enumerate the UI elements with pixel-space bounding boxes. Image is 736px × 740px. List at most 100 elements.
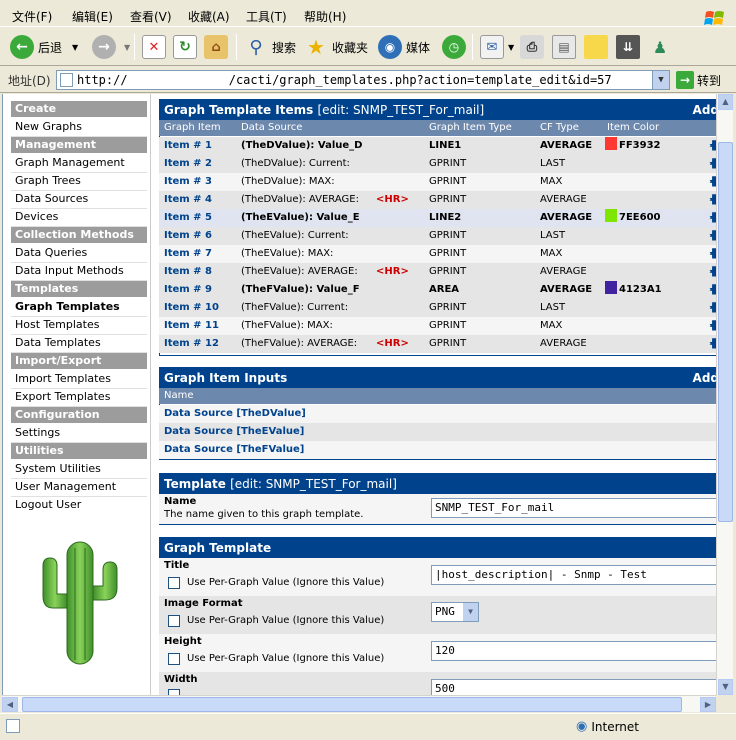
nav-data-sources[interactable]: Data Sources [11, 191, 147, 209]
menu-view[interactable]: 查看(V) [130, 8, 172, 25]
nav-import-templates[interactable]: Import Templates [11, 371, 147, 389]
back-button[interactable]: ← 后退 ▼ [10, 32, 78, 62]
address-input[interactable]: http:// /cacti/graph_templates.php?actio… [56, 70, 670, 90]
height-per-graph-checkbox[interactable] [168, 653, 180, 665]
refresh-button[interactable]: ↻ [173, 32, 197, 62]
nav-system-utilities[interactable]: System Utilities [11, 461, 147, 479]
width-input[interactable]: 500 [431, 679, 716, 695]
address-dropdown-icon[interactable]: ▼ [652, 71, 669, 89]
vertical-scroll-thumb[interactable] [718, 142, 733, 522]
height-input[interactable]: 120 [431, 641, 716, 661]
inputs-add-link[interactable]: Add [693, 368, 716, 388]
table-row[interactable]: Item # 11(TheFValue): MAX:GPRINTMAX🡇🡅 [159, 317, 716, 335]
move-up-icon[interactable]: 🡅 [709, 263, 716, 281]
home-button[interactable]: ⌂ [204, 32, 228, 62]
menu-edit[interactable]: 编辑(E) [72, 8, 113, 25]
move-up-icon[interactable]: 🡅 [709, 191, 716, 209]
graph-item-link[interactable]: Item # 12 [164, 335, 219, 353]
nav-data-input-methods[interactable]: Data Input Methods [11, 263, 147, 281]
graph-item-link[interactable]: Item # 1 [164, 137, 212, 155]
table-row[interactable]: Item # 6(TheEValue): Current:GPRINTLAST🡇… [159, 227, 716, 245]
horizontal-scroll-thumb[interactable] [22, 697, 682, 712]
table-row[interactable]: Item # 9 (TheFValue): Value_F AREA AVERAGE 4… [159, 281, 716, 299]
nav-settings[interactable]: Settings [11, 425, 147, 443]
back-dropdown-icon[interactable]: ▼ [72, 43, 78, 52]
input-link[interactable]: Data Source [TheDValue] [164, 405, 306, 423]
graph-item-link[interactable]: Item # 5 [164, 209, 212, 227]
move-up-icon[interactable]: 🡅 [709, 227, 716, 245]
horizontal-scrollbar[interactable]: ◀ ▶ [2, 695, 716, 712]
table-row[interactable]: Item # 4 (TheDValue): AVERAGE: <HR> GPRINT A… [159, 191, 716, 209]
move-up-icon[interactable]: 🡅 [709, 317, 716, 335]
mail-dropdown-icon[interactable]: ▼ [508, 43, 514, 52]
discuss-button[interactable] [584, 32, 608, 62]
graph-item-link[interactable]: Item # 4 [164, 191, 212, 209]
graph-item-link[interactable]: Item # 7 [164, 245, 212, 263]
nav-graph-trees[interactable]: Graph Trees [11, 173, 147, 191]
table-row[interactable]: Item # 12 (TheFValue): AVERAGE: <HR> GPRINT… [159, 335, 716, 353]
input-row[interactable]: Data Source [TheDValue] [159, 405, 716, 423]
graph-item-link[interactable]: Item # 6 [164, 227, 212, 245]
move-up-icon[interactable]: 🡅 [709, 299, 716, 317]
move-up-icon[interactable]: 🡅 [709, 335, 716, 353]
mail-button[interactable]: ✉ ▼ [480, 32, 514, 62]
graph-item-link[interactable]: Item # 9 [164, 281, 212, 299]
print-button[interactable]: ⎙ [520, 32, 544, 62]
image-format-select[interactable]: PNG ▼ [431, 602, 479, 622]
graph-item-link[interactable]: Item # 10 [164, 299, 219, 317]
items-add-link[interactable]: Add [693, 100, 716, 120]
nav-logout-user[interactable]: Logout User [11, 497, 147, 515]
stop-button[interactable]: ✕ [142, 32, 166, 62]
edit-button[interactable]: ▤ [552, 32, 576, 62]
move-up-icon[interactable]: 🡅 [709, 137, 716, 155]
favorites-button[interactable]: ★ 收藏夹 [304, 32, 368, 62]
format-per-graph-checkbox[interactable] [168, 615, 180, 627]
template-name-input[interactable]: SNMP_TEST_For_mail [431, 498, 716, 518]
move-up-icon[interactable]: 🡅 [709, 245, 716, 263]
history-button[interactable]: ◷ [442, 32, 466, 62]
graph-item-link[interactable]: Item # 2 [164, 155, 212, 173]
scroll-up-icon[interactable]: ▲ [718, 94, 733, 110]
research-button[interactable]: ⇊ [616, 32, 640, 62]
messenger-button[interactable]: ♟ [648, 32, 672, 62]
move-up-icon[interactable]: 🡅 [709, 155, 716, 173]
scroll-left-icon[interactable]: ◀ [2, 697, 18, 712]
move-up-icon[interactable]: 🡅 [709, 173, 716, 191]
input-row[interactable]: Data Source [TheEValue] [159, 423, 716, 441]
scroll-down-icon[interactable]: ▼ [718, 679, 733, 695]
search-button[interactable]: ⚲ 搜索 [244, 32, 296, 62]
nav-host-templates[interactable]: Host Templates [11, 317, 147, 335]
menu-file[interactable]: 文件(F) [12, 8, 52, 25]
nav-devices[interactable]: Devices [11, 209, 147, 227]
table-row[interactable]: Item # 10 (TheFValue): Current: GPRINT LAST… [159, 299, 716, 317]
nav-new-graphs[interactable]: New Graphs [11, 119, 147, 137]
input-link[interactable]: Data Source [TheEValue] [164, 423, 304, 441]
menu-help[interactable]: 帮助(H) [304, 8, 346, 25]
graph-item-link[interactable]: Item # 3 [164, 173, 212, 191]
move-up-icon[interactable]: 🡅 [709, 209, 716, 227]
forward-button[interactable]: → ▼ [92, 32, 130, 62]
input-link[interactable]: Data Source [TheFValue] [164, 441, 304, 459]
move-up-icon[interactable]: 🡅 [709, 281, 716, 299]
table-row[interactable]: Item # 2(TheDValue): Current:GPRINTLAST🡇… [159, 155, 716, 173]
menu-favorites[interactable]: 收藏(A) [188, 8, 230, 25]
forward-dropdown-icon[interactable]: ▼ [124, 43, 130, 52]
table-row[interactable]: Item # 1 (TheDValue): Value_D LINE1 AVERAGE… [159, 137, 716, 155]
title-input[interactable]: |host_description| - Snmp - Test [431, 565, 716, 585]
scroll-right-icon[interactable]: ▶ [700, 697, 716, 712]
input-row[interactable]: Data Source [TheFValue] [159, 441, 716, 459]
graph-item-link[interactable]: Item # 8 [164, 263, 212, 281]
media-button[interactable]: ◉ 媒体 [378, 32, 430, 62]
nav-user-management[interactable]: User Management [11, 479, 147, 497]
title-per-graph-checkbox[interactable] [168, 577, 180, 589]
table-row[interactable]: Item # 8 (TheEValue): AVERAGE: <HR> GPRINT A… [159, 263, 716, 281]
nav-data-queries[interactable]: Data Queries [11, 245, 147, 263]
go-button[interactable]: → 转到 [676, 70, 721, 90]
graph-item-link[interactable]: Item # 11 [164, 317, 219, 335]
table-row[interactable]: Item # 7(TheEValue): MAX:GPRINTMAX🡇🡅 [159, 245, 716, 263]
table-row[interactable]: Item # 3(TheDValue): MAX:GPRINTMAX🡇🡅 [159, 173, 716, 191]
nav-graph-management[interactable]: Graph Management [11, 155, 147, 173]
nav-data-templates[interactable]: Data Templates [11, 335, 147, 353]
menu-tools[interactable]: 工具(T) [246, 8, 287, 25]
table-row[interactable]: Item # 5 (TheEValue): Value_E LINE2 AVERAGE… [159, 209, 716, 227]
